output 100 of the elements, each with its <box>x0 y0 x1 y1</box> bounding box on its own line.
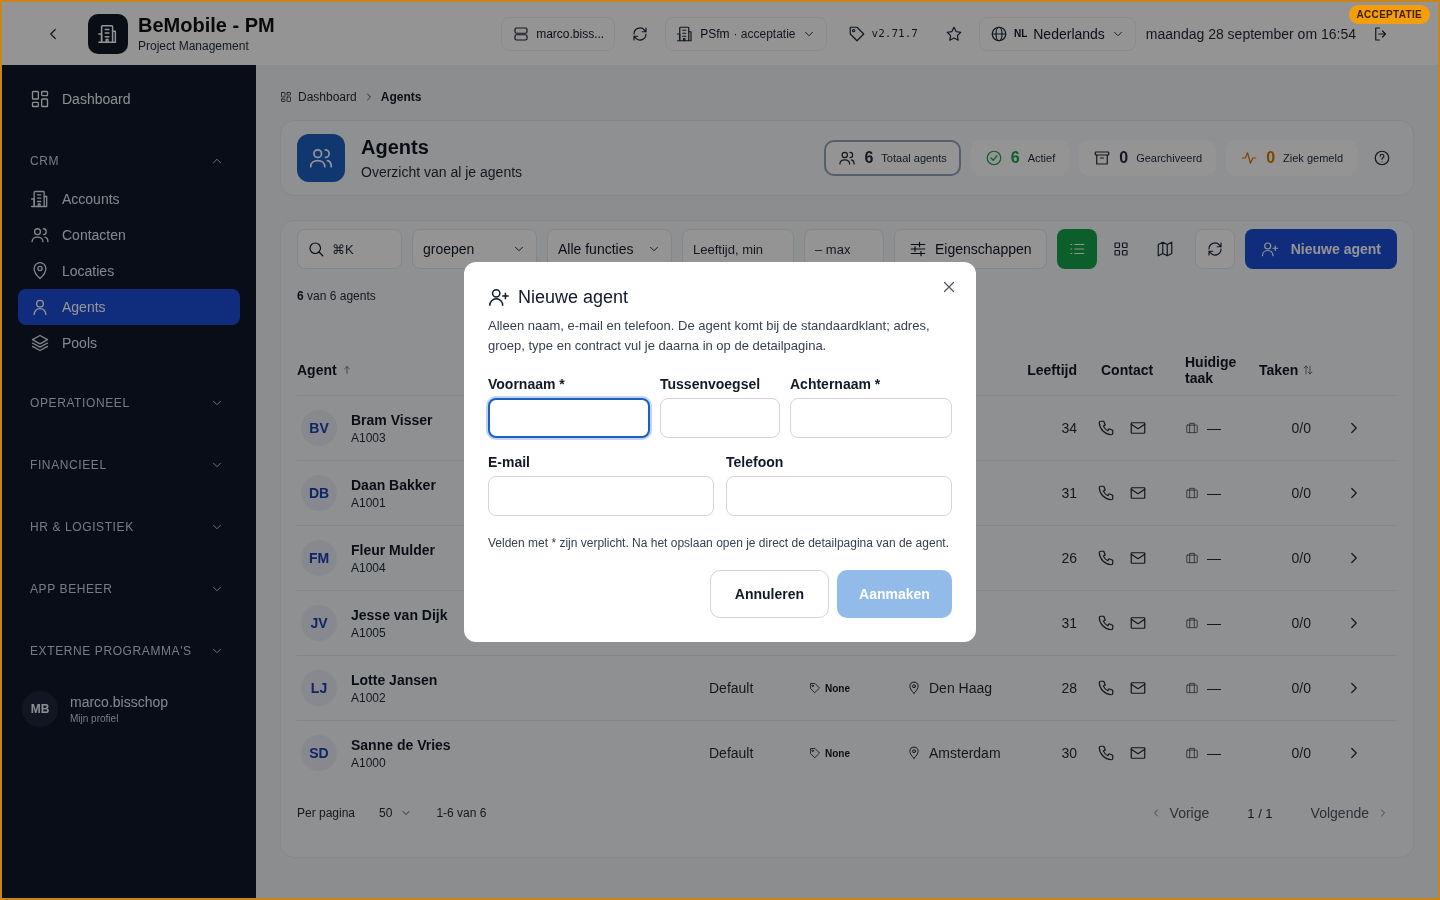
per-page-select[interactable]: 50 <box>369 799 423 827</box>
breadcrumb-link[interactable]: Dashboard <box>298 90 357 104</box>
current-task: — <box>1207 615 1221 631</box>
column-header[interactable]: Agent <box>297 362 337 378</box>
stat-filter[interactable]: 0 Gearchiveerd <box>1079 140 1217 176</box>
user-avatar[interactable]: MB <box>22 691 58 727</box>
layers-icon <box>30 333 50 353</box>
profile-link[interactable]: Mijn profiel <box>70 713 169 724</box>
column-header[interactable]: Taken <box>1259 362 1299 378</box>
pulse-icon <box>1240 149 1259 167</box>
phone-icon <box>1097 614 1115 632</box>
sidebar-section-toggle[interactable]: FINANCIEEL <box>18 445 240 485</box>
task-count: 0/0 <box>1291 745 1311 761</box>
sidebar-item[interactable]: Contacten <box>18 217 240 253</box>
sliders-icon <box>909 240 927 258</box>
dialog-title: Nieuwe agent <box>518 286 630 308</box>
archive-icon <box>1093 149 1112 167</box>
page-range: 1-6 van 6 <box>436 806 487 820</box>
agent-code: A1000 <box>351 755 387 770</box>
page-indicator: 1 / 1 <box>1247 805 1273 821</box>
result-count: 6 van 6 agents <box>297 289 376 303</box>
current-task: — <box>1207 745 1221 761</box>
task-count: 0/0 <box>1291 550 1311 566</box>
task-count: 0/0 <box>1291 615 1311 631</box>
location-pin-icon <box>907 681 921 695</box>
task-count: 0/0 <box>1291 420 1311 436</box>
phone-icon <box>1097 484 1115 502</box>
dashboard-icon <box>280 91 292 103</box>
type-tag: None <box>825 747 850 759</box>
input-field[interactable] <box>488 398 650 438</box>
field-label: Voornaam * <box>488 376 566 392</box>
briefcase-icon <box>1185 681 1199 695</box>
refresh-icon <box>631 24 650 43</box>
task-count: 0/0 <box>1291 680 1311 696</box>
sidebar-item[interactable]: Pools <box>18 325 240 361</box>
stat-filter[interactable]: 6 Totaal agents <box>824 140 961 176</box>
mail-icon <box>1129 419 1147 437</box>
current-task: — <box>1207 680 1221 696</box>
building-icon <box>30 189 50 209</box>
phone-icon <box>1097 419 1115 437</box>
app-subtitle: Project Management <box>138 39 250 53</box>
sidebar-section-toggle[interactable]: CRM <box>18 141 240 181</box>
agent-avatar: LJ <box>301 670 337 706</box>
users-icon <box>30 225 50 245</box>
agent-age: 30 <box>1061 745 1077 761</box>
sidebar-section-toggle[interactable]: HR & LOGISTIEK <box>18 507 240 547</box>
properties-button[interactable]: Eigenschappen <box>894 229 1047 269</box>
cancel-button[interactable]: Annuleren <box>709 570 829 618</box>
phone-icon <box>1097 679 1115 697</box>
agent-avatar: BV <box>301 410 337 446</box>
sidebar-section-toggle[interactable]: EXTERNE PROGRAMMA'S <box>18 631 240 671</box>
dialog-note: Velden met * zijn verplicht. Na het opslaan open je direct de detailpagina van de agent. <box>488 536 950 550</box>
building-icon <box>97 22 119 45</box>
language-select[interactable]: NL Nederlands <box>978 16 1136 51</box>
column-header[interactable]: Huidige taak <box>1185 354 1245 386</box>
agent-age: 31 <box>1061 615 1077 631</box>
date-time: maandag 28 september om 16:54 <box>1145 25 1356 42</box>
sidebar-item[interactable]: Locaties <box>18 253 240 289</box>
sidebar-section-toggle[interactable]: APP BEHEER <box>18 569 240 609</box>
stat-filter[interactable]: 6 Actief <box>970 140 1070 176</box>
sidebar-item[interactable]: Dashboard <box>18 81 240 117</box>
phone-icon <box>1097 744 1115 762</box>
account-chip[interactable]: marco.biss... <box>501 16 616 51</box>
briefcase-icon <box>1185 486 1199 500</box>
view-toggle[interactable] <box>1056 229 1097 269</box>
refresh-button[interactable] <box>1194 229 1235 269</box>
help-icon <box>1373 149 1391 167</box>
user-plus-icon <box>1260 240 1279 258</box>
users-icon <box>838 149 857 167</box>
current-task: — <box>1207 420 1221 436</box>
mail-icon <box>1129 614 1147 632</box>
search-field[interactable]: ⌘K <box>297 229 402 269</box>
briefcase-icon <box>1185 421 1199 435</box>
agent-avatar: DB <box>301 475 337 511</box>
group-name: Default <box>709 680 754 696</box>
sidebar-item[interactable]: Accounts <box>18 181 240 217</box>
page-subtitle: Overzicht van al je agents <box>361 164 524 180</box>
user-name: marco.bisschop <box>70 694 169 710</box>
current-task: — <box>1207 485 1221 501</box>
agent-code: A1003 <box>351 430 387 445</box>
environment-select[interactable]: PSfm · acceptatie <box>665 16 827 51</box>
mail-icon <box>1129 679 1147 697</box>
refresh-icon <box>1205 240 1224 258</box>
location-name: Den Haag <box>929 680 993 696</box>
stat-filter[interactable]: 0 Ziek gemeld <box>1226 140 1357 176</box>
sidebar-section-toggle[interactable]: OPERATIONEEL <box>18 383 240 423</box>
column-header[interactable]: Leeftijd <box>1027 362 1077 378</box>
star-icon <box>944 24 963 43</box>
group-select[interactable]: groepen <box>412 229 537 269</box>
breadcrumb-current: Agents <box>380 90 422 104</box>
new-agent-button[interactable]: Nieuwe agent <box>1244 229 1397 269</box>
agent-name: Fleur Mulder <box>351 541 435 558</box>
mail-icon <box>1129 484 1147 502</box>
agent-age: 31 <box>1061 485 1077 501</box>
sidebar-item[interactable]: Agents <box>18 289 240 325</box>
user-plus-icon <box>488 286 510 308</box>
agent-code: A1004 <box>351 560 387 575</box>
column-header[interactable]: Contact <box>1101 362 1154 378</box>
location-pin-icon <box>907 746 921 760</box>
briefcase-icon <box>1185 551 1199 565</box>
